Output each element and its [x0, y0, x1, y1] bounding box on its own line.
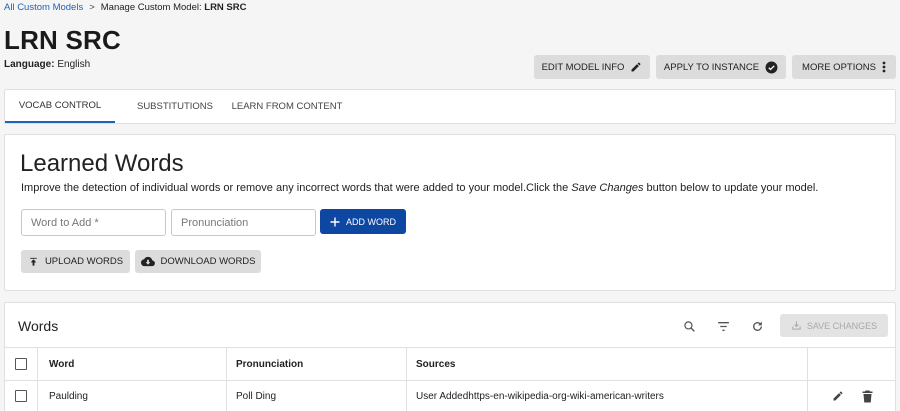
- save-icon: [791, 320, 802, 331]
- table-row-select-cell: [15, 381, 31, 411]
- tab-vocab-control[interactable]: VOCAB CONTROL: [5, 90, 115, 123]
- description-text-start: Improve the detection of individual word…: [21, 182, 572, 194]
- save-changes-button[interactable]: SAVE CHANGES: [780, 314, 888, 337]
- save-changes-label: SAVE CHANGES: [806, 320, 878, 331]
- upload-icon: [28, 256, 39, 267]
- table-cell-word: Paulding: [49, 390, 88, 402]
- apply-to-instance-label: APPLY TO INSTANCE: [663, 61, 760, 73]
- description-text-end: button below to update your model.: [643, 182, 819, 194]
- language-label: Language:: [4, 59, 55, 70]
- edit-icon[interactable]: [832, 381, 844, 411]
- upload-words-label: UPLOAD WORDS: [44, 256, 124, 267]
- column-header-sources[interactable]: Sources: [416, 348, 455, 380]
- column-divider: [807, 348, 808, 411]
- add-word-button[interactable]: ADD WORD: [320, 209, 406, 234]
- language-info: Language: English: [4, 59, 90, 70]
- learned-words-description: Improve the detection of individual word…: [21, 182, 818, 194]
- learned-words-title: Learned Words: [20, 150, 184, 177]
- edit-model-info-button[interactable]: EDIT MODEL INFO: [534, 55, 650, 79]
- search-icon[interactable]: [681, 318, 697, 334]
- pronunciation-input[interactable]: Pronunciation: [171, 209, 316, 236]
- column-header-pronunciation[interactable]: Pronunciation: [236, 348, 303, 380]
- apply-to-instance-button[interactable]: APPLY TO INSTANCE: [656, 55, 786, 79]
- more-options-label: MORE OPTIONS: [802, 61, 876, 73]
- add-word-label: ADD WORD: [346, 216, 396, 227]
- select-all-checkbox[interactable]: [15, 358, 27, 370]
- more-options-button[interactable]: MORE OPTIONS: [792, 55, 896, 79]
- table-cell-sources: User Addedhttps-en-wikipedia-org-wiki-am…: [416, 390, 664, 402]
- tab-substitutions[interactable]: SUBSTITUTIONS: [125, 90, 225, 123]
- description-emphasis: Save Changes: [571, 182, 644, 194]
- tab-bar: VOCAB CONTROL SUBSTITUTIONS LEARN FROM C…: [4, 89, 896, 124]
- column-divider: [37, 348, 38, 411]
- words-table-title: Words: [18, 318, 59, 334]
- refresh-icon[interactable]: [749, 318, 765, 334]
- table-cell-pronunciation: Poll Ding: [236, 390, 277, 402]
- download-words-label: DOWNLOAD WORDS: [160, 256, 256, 267]
- check-circle-icon: [765, 61, 778, 74]
- delete-icon[interactable]: [862, 381, 873, 411]
- breadcrumb-separator: >: [89, 2, 95, 13]
- download-words-button[interactable]: DOWNLOAD WORDS: [135, 250, 261, 273]
- filter-icon[interactable]: [715, 318, 731, 334]
- page-title: LRN SRC: [4, 25, 121, 55]
- plus-icon: [330, 217, 340, 227]
- breadcrumb-link-all-models[interactable]: All Custom Models: [4, 2, 83, 13]
- column-divider: [226, 348, 227, 411]
- pencil-icon: [630, 61, 642, 73]
- breadcrumb-current-prefix: Manage Custom Model:: [100, 2, 202, 13]
- row-checkbox[interactable]: [15, 390, 27, 402]
- word-to-add-input[interactable]: Word to Add *: [21, 209, 166, 236]
- breadcrumb: All Custom Models > Manage Custom Model: L…: [4, 2, 247, 13]
- more-vertical-icon: [882, 61, 886, 73]
- cloud-download-icon: [140, 256, 155, 267]
- tab-learn-from-content[interactable]: LEARN FROM CONTENT: [227, 90, 347, 123]
- column-divider: [406, 348, 407, 411]
- breadcrumb-current-name: LRN SRC: [204, 2, 247, 13]
- upload-words-button[interactable]: UPLOAD WORDS: [21, 250, 130, 273]
- column-header-word[interactable]: Word: [49, 348, 74, 380]
- language-value: English: [57, 59, 91, 70]
- table-header-select-cell: [15, 348, 31, 380]
- edit-model-info-label: EDIT MODEL INFO: [541, 61, 625, 73]
